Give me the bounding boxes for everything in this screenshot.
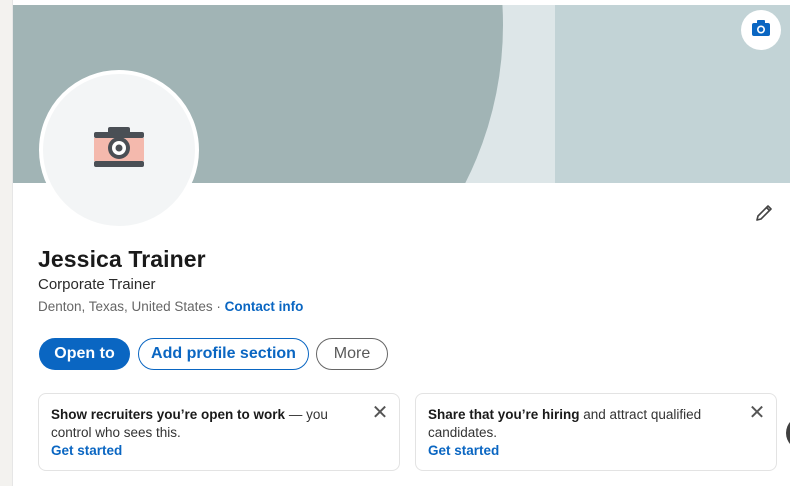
carousel-next-button[interactable]: ›: [786, 416, 790, 450]
open-to-button[interactable]: Open to: [39, 338, 130, 370]
pencil-icon: [754, 203, 774, 228]
open-to-work-card: Show recruiters you’re open to work — yo…: [38, 393, 400, 471]
promo-bold-text: Show recruiters you’re open to work: [51, 407, 286, 422]
promo-text: Show recruiters you’re open to work — yo…: [51, 406, 351, 442]
close-icon[interactable]: ✕: [371, 403, 389, 423]
profile-location: Denton, Texas, United States: [38, 299, 213, 314]
more-button[interactable]: More: [316, 338, 388, 370]
get-started-link[interactable]: Get started: [428, 443, 764, 458]
location-separator: ·: [212, 299, 225, 314]
camera-icon: [751, 19, 771, 42]
hiring-card: Share that you’re hiring and attract qua…: [415, 393, 777, 471]
get-started-link[interactable]: Get started: [51, 443, 387, 458]
profile-card: Jessica Trainer Corporate Trainer Denton…: [13, 0, 790, 486]
close-icon[interactable]: ✕: [748, 403, 766, 423]
edit-intro-button[interactable]: [749, 200, 779, 230]
location-line: Denton, Texas, United States · Contact i…: [38, 299, 303, 314]
contact-info-link[interactable]: Contact info: [225, 299, 304, 314]
profile-headline: Corporate Trainer: [38, 276, 156, 293]
profile-name: Jessica Trainer: [38, 246, 206, 272]
camera-icon: [94, 126, 144, 174]
avatar[interactable]: [39, 70, 199, 230]
page-left-margin: [0, 0, 13, 486]
edit-banner-button[interactable]: [741, 10, 781, 50]
promo-text: Share that you’re hiring and attract qua…: [428, 406, 728, 442]
promo-bold-text: Share that you’re hiring: [428, 407, 580, 422]
add-profile-section-button[interactable]: Add profile section: [138, 338, 309, 370]
